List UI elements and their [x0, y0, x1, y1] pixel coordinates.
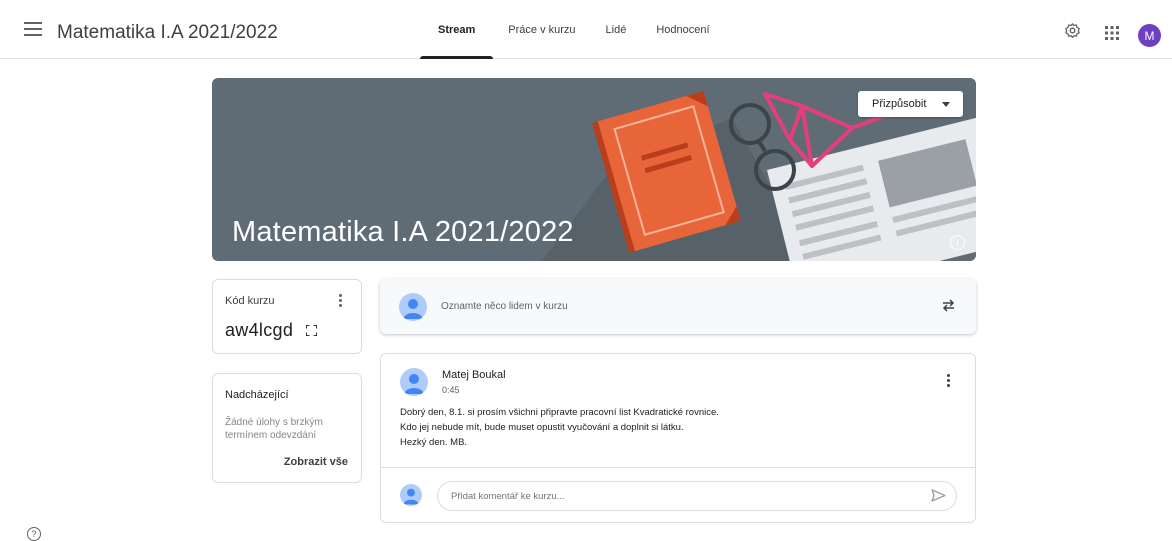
tab-stream[interactable]: Stream [420, 0, 494, 59]
info-icon[interactable]: i [950, 235, 965, 250]
post-body: Dobrý den, 8.1. si prosím všichni připra… [400, 405, 719, 450]
announce-placeholder: Oznamte něco lidem v kurzu [441, 301, 568, 312]
top-app-bar: Matematika I.A 2021/2022 Stream Práce v … [0, 0, 1172, 59]
user-avatar [400, 484, 422, 506]
upcoming-title: Nadcházející [225, 389, 289, 401]
post-line: Kdo jej nebude mít, bude muset opustit v… [400, 422, 684, 433]
tab-people[interactable]: Lidé [591, 0, 642, 59]
gear-icon[interactable] [1064, 22, 1081, 39]
class-code-card: Kód kurzu aw4lcgd [212, 279, 362, 354]
more-vert-icon[interactable] [945, 374, 951, 390]
apps-grid-icon[interactable] [1105, 26, 1119, 40]
class-code-label: Kód kurzu [225, 295, 275, 307]
tab-grades[interactable]: Hodnocení [641, 0, 724, 59]
banner-title: Matematika I.A 2021/2022 [232, 216, 574, 248]
tab-bar: Stream Práce v kurzu Lidé Hodnocení [420, 0, 725, 59]
announce-box[interactable]: Oznamte něco lidem v kurzu [380, 279, 976, 334]
fullscreen-icon[interactable] [306, 325, 317, 336]
post-line: Dobrý den, 8.1. si prosím všichni připra… [400, 407, 719, 418]
customize-button[interactable]: Přizpůsobit [858, 91, 963, 117]
course-title[interactable]: Matematika I.A 2021/2022 [57, 22, 278, 44]
repost-icon[interactable] [941, 298, 956, 313]
send-icon[interactable] [931, 489, 946, 502]
more-vert-icon[interactable] [337, 294, 343, 310]
tab-classwork[interactable]: Práce v kurzu [493, 0, 590, 59]
course-banner: Matematika I.A 2021/2022 Přizpůsobit i [212, 78, 976, 261]
help-icon[interactable]: ? [27, 527, 41, 541]
view-all-link[interactable]: Zobrazit vše [284, 456, 348, 468]
account-avatar[interactable]: M [1138, 24, 1161, 47]
user-avatar [399, 293, 427, 321]
class-code-value: aw4lcgd [225, 320, 294, 340]
author-avatar [400, 368, 428, 396]
post-time: 0:45 [442, 385, 460, 395]
post-author[interactable]: Matej Boukal [442, 369, 506, 381]
customize-label: Přizpůsobit [872, 98, 927, 110]
stream-post: Matej Boukal 0:45 Dobrý den, 8.1. si pro… [380, 353, 976, 523]
divider [381, 467, 975, 468]
upcoming-empty-text: Žádné úlohy s brzkým termínem odevzdání [225, 417, 323, 441]
upcoming-card: Nadcházející Žádné úlohy s brzkým termín… [212, 373, 362, 483]
comment-input[interactable] [437, 481, 957, 511]
caret-down-icon [942, 102, 950, 107]
post-line: Hezký den. MB. [400, 437, 468, 448]
menu-icon[interactable] [24, 22, 42, 36]
